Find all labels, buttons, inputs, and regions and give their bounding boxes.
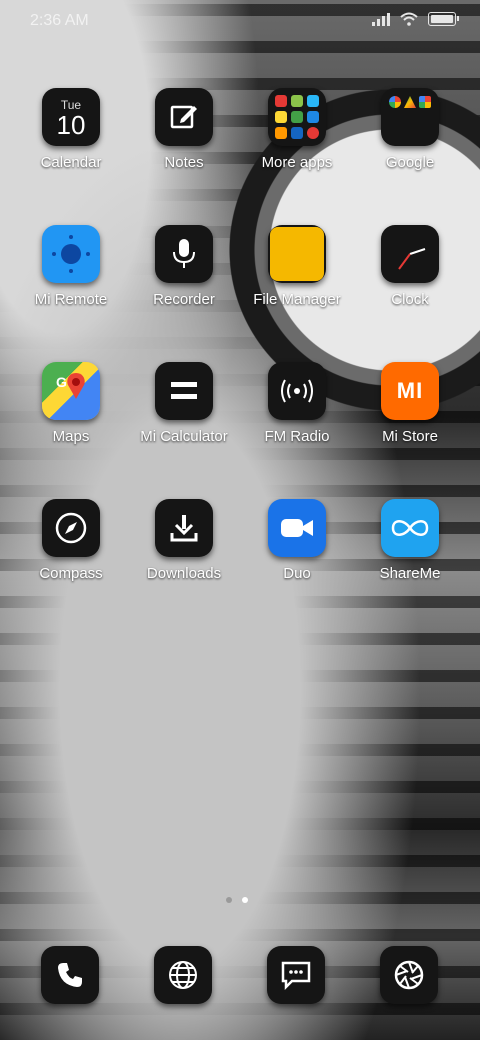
- video-camera-icon: [268, 499, 326, 557]
- app-mi-calculator[interactable]: Mi Calculator: [127, 362, 241, 445]
- calendar-icon: Tue 10: [42, 88, 100, 146]
- app-label: Maps: [52, 428, 90, 445]
- battery-icon: [428, 12, 459, 26]
- app-shareme[interactable]: ShareMe: [353, 499, 467, 582]
- app-label: Recorder: [153, 291, 215, 308]
- phone-icon: [58, 963, 82, 987]
- folder-file-icon: [268, 225, 326, 283]
- mi-logo: MI: [396, 378, 424, 403]
- folder-icon: [268, 88, 326, 146]
- folder-icon: [381, 88, 439, 146]
- app-label: File Manager: [253, 291, 341, 308]
- page-indicator: [226, 897, 248, 903]
- globe-icon: [169, 961, 197, 989]
- app-clock[interactable]: Clock: [353, 225, 467, 308]
- app-label: More apps: [261, 154, 333, 171]
- camera-shutter-icon: [394, 960, 424, 990]
- svg-text:G: G: [56, 374, 67, 390]
- page-dot-active[interactable]: [242, 897, 248, 903]
- status-bar: 2:36 AM: [0, 0, 480, 42]
- message-icon: [281, 961, 311, 990]
- app-file-manager[interactable]: File Manager: [240, 225, 354, 308]
- app-label: Clock: [391, 291, 429, 308]
- folder-file-body: [270, 227, 324, 281]
- status-icons: [372, 12, 459, 26]
- dock-browser[interactable]: [154, 946, 212, 1004]
- status-time: 2:36 AM: [30, 12, 89, 29]
- signal-icon: [372, 12, 390, 26]
- notes-icon: [155, 88, 213, 146]
- remote-icon: [42, 225, 100, 283]
- app-notes[interactable]: Notes: [127, 88, 241, 171]
- battery-fill: [431, 15, 453, 23]
- calculator-icon: [155, 362, 213, 420]
- app-duo[interactable]: Duo: [240, 499, 354, 582]
- mi-store-icon: MI: [381, 362, 439, 420]
- app-label: FM Radio: [264, 428, 330, 445]
- app-label: Mi Store: [382, 428, 438, 445]
- app-label: Mi Remote: [34, 291, 108, 308]
- app-fm-radio[interactable]: FM Radio: [240, 362, 354, 445]
- app-label: Google: [385, 154, 435, 171]
- dock-camera[interactable]: [380, 946, 438, 1004]
- app-label: Mi Calculator: [140, 428, 228, 445]
- radio-icon: [268, 362, 326, 420]
- app-mi-store[interactable]: MI Mi Store: [353, 362, 467, 445]
- page-dot[interactable]: [226, 897, 232, 903]
- dock-messages[interactable]: [267, 946, 325, 1004]
- app-maps[interactable]: G Maps: [14, 362, 128, 445]
- share-infinity-icon: [381, 499, 439, 557]
- app-google[interactable]: Google: [353, 88, 467, 171]
- app-mi-remote[interactable]: Mi Remote: [14, 225, 128, 308]
- microphone-icon: [155, 225, 213, 283]
- clock-icon: [381, 225, 439, 283]
- app-recorder[interactable]: Recorder: [127, 225, 241, 308]
- app-compass[interactable]: Compass: [14, 499, 128, 582]
- maps-icon: G: [42, 362, 100, 420]
- app-calendar[interactable]: Tue 10 Calendar: [14, 88, 128, 171]
- app-label: Duo: [283, 565, 311, 582]
- download-icon: [155, 499, 213, 557]
- app-label: ShareMe: [379, 565, 441, 582]
- wifi-icon: [400, 12, 418, 26]
- dock-phone[interactable]: [41, 946, 99, 1004]
- app-label: Calendar: [40, 154, 102, 171]
- app-label: Downloads: [146, 565, 222, 582]
- app-label: Compass: [39, 565, 103, 582]
- compass-icon: [42, 499, 100, 557]
- app-label: Notes: [164, 154, 204, 171]
- app-more-apps[interactable]: More apps: [240, 88, 354, 171]
- calendar-date: 10: [56, 110, 86, 140]
- app-downloads[interactable]: Downloads: [127, 499, 241, 582]
